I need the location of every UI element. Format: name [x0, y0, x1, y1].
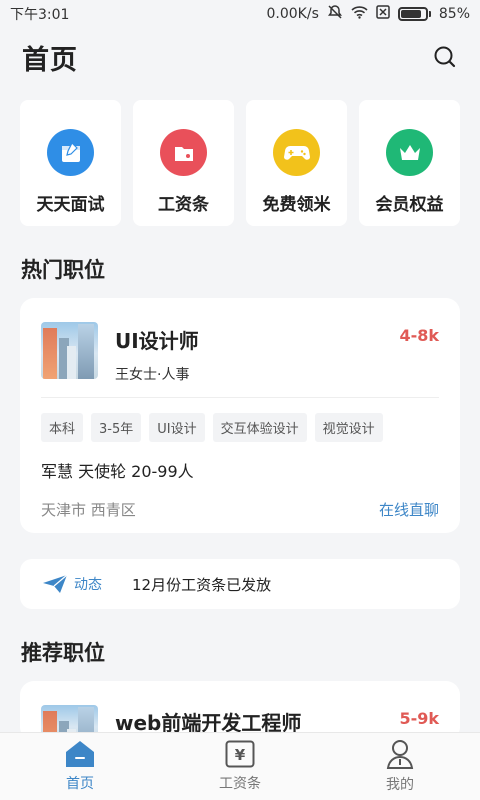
status-bar: 下午3:01 0.00K/s 85%: [0, 0, 480, 28]
header: 首页: [0, 28, 480, 86]
tab-label: 首页: [66, 776, 94, 792]
news-tag-label: 动态: [74, 577, 102, 593]
tab-label: 工资条: [219, 776, 261, 792]
battery-icon: [397, 7, 431, 21]
job-title: UI设计师: [115, 329, 199, 353]
bottom-tab-bar: 首页 ¥ 工资条 我的: [0, 732, 480, 800]
divider: [41, 397, 439, 398]
quick-entry-payslip[interactable]: 工资条: [133, 100, 234, 226]
news-text: 12月份工资条已发放: [132, 575, 272, 594]
search-button[interactable]: [432, 44, 458, 70]
search-icon: [434, 46, 456, 68]
paper-plane-icon: [43, 574, 68, 593]
quick-entry-label: 工资条: [158, 195, 209, 215]
quick-entry-label: 会员权益: [375, 195, 444, 215]
battery-percent: 85%: [438, 6, 470, 22]
online-chat-link[interactable]: 在线直聊: [379, 499, 439, 520]
page-title: 首页: [22, 44, 78, 76]
hot-jobs-title: 热门职位: [21, 258, 105, 282]
job-salary: 5-9k: [399, 709, 439, 728]
tab-payslip[interactable]: ¥ 工资条: [180, 740, 300, 793]
gamepad-icon: [273, 129, 320, 176]
quick-entries: 天天面试 工资条 免费领米 会员权益: [0, 100, 480, 226]
news-strip[interactable]: 动态 12月份工资条已发放: [20, 559, 460, 609]
recommended-jobs-title: 推荐职位: [21, 641, 105, 665]
quick-entry-label: 天天面试: [36, 195, 105, 215]
job-tag: 视觉设计: [314, 413, 383, 442]
company-info: 军慧 天使轮 20-99人: [41, 462, 194, 481]
job-tag: 本科: [41, 413, 84, 442]
mute-alarm-icon: [327, 4, 343, 24]
quick-entry-free-rice[interactable]: 免费领米: [246, 100, 347, 226]
tab-mine[interactable]: 我的: [340, 739, 460, 794]
folder-icon: [160, 129, 207, 176]
news-tag: 动态: [42, 574, 102, 594]
company-image: [41, 322, 98, 379]
status-time: 下午3:01: [10, 7, 70, 23]
job-tag: 3-5年: [91, 413, 142, 442]
svg-text:¥: ¥: [235, 746, 246, 764]
person-icon: [386, 740, 414, 769]
status-indicators: 0.00K/s 85%: [266, 4, 470, 24]
calendar-icon: [47, 129, 94, 176]
tab-label: 我的: [386, 777, 414, 793]
wifi-icon: [351, 5, 368, 23]
job-location: 天津市 西青区: [41, 501, 136, 519]
sim-off-icon: [376, 5, 390, 23]
job-tag: 交互体验设计: [212, 413, 307, 442]
yen-icon: ¥: [225, 740, 255, 768]
net-speed: 0.00K/s: [266, 6, 319, 22]
quick-entry-label: 免费领米: [262, 195, 331, 215]
quick-entry-interview[interactable]: 天天面试: [20, 100, 121, 226]
job-salary: 4-8k: [399, 326, 439, 345]
tab-home[interactable]: 首页: [20, 740, 140, 793]
job-poster: 王女士·人事: [115, 367, 190, 383]
quick-entry-membership[interactable]: 会员权益: [359, 100, 460, 226]
crown-icon: [386, 129, 433, 176]
home-icon: [66, 741, 94, 767]
job-card[interactable]: UI设计师 王女士·人事 4-8k 本科 3-5年 UI设计 交互体验设计 视觉…: [20, 298, 460, 533]
job-tags: 本科 3-5年 UI设计 交互体验设计 视觉设计: [41, 413, 439, 442]
job-tag: UI设计: [149, 413, 205, 442]
